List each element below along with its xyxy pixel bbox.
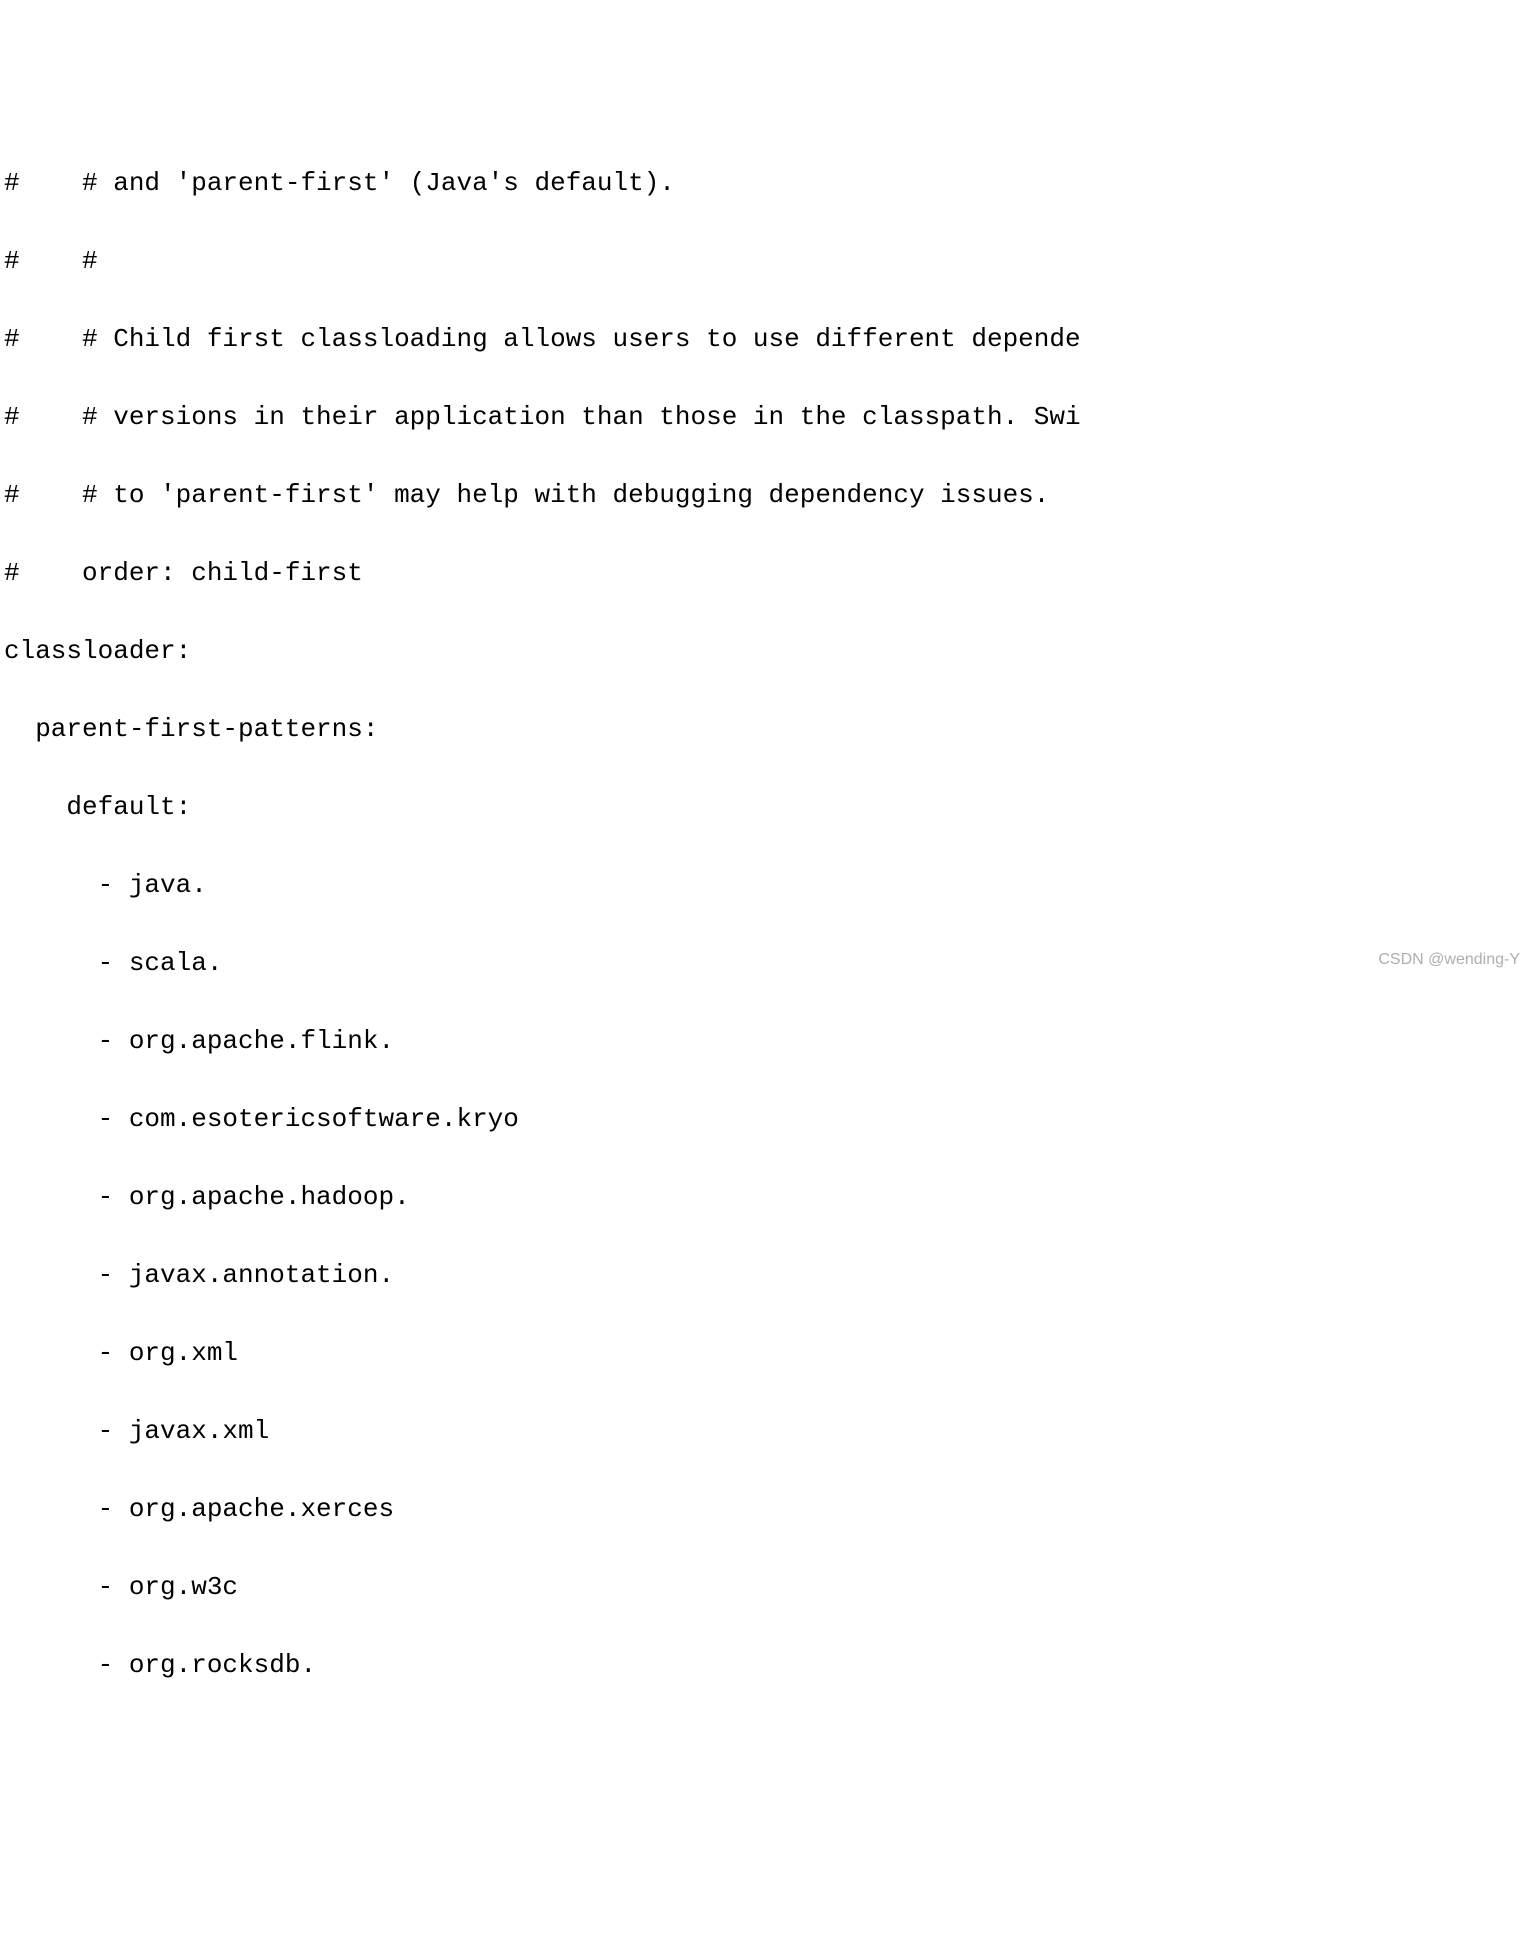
code-line: # # Child first classloading allows user… [4, 320, 1528, 359]
code-line: default: [4, 788, 1528, 827]
code-line: - org.apache.xerces [4, 1490, 1528, 1529]
watermark: CSDN @wending-Y [1378, 948, 1520, 972]
code-line: # order: child-first [4, 554, 1528, 593]
code-line: classloader: [4, 632, 1528, 671]
code-line: - org.xml [4, 1334, 1528, 1373]
code-line: - javax.xml [4, 1412, 1528, 1451]
code-line: # # to 'parent-first' may help with debu… [4, 476, 1528, 515]
code-line: # # versions in their application than t… [4, 398, 1528, 437]
code-line: - org.w3c [4, 1568, 1528, 1607]
code-line: # # and 'parent-first' (Java's default). [4, 164, 1528, 203]
code-line: - org.apache.hadoop. [4, 1178, 1528, 1217]
code-line: - org.rocksdb. [4, 1646, 1528, 1685]
code-line: parent-first-patterns: [4, 710, 1528, 749]
code-line: # # [4, 242, 1528, 281]
code-line: - com.esotericsoftware.kryo [4, 1100, 1528, 1139]
code-line: - java. [4, 866, 1528, 905]
code-line: - scala. [4, 944, 1528, 983]
code-line: - javax.annotation. [4, 1256, 1528, 1295]
code-line: - org.apache.flink. [4, 1022, 1528, 1061]
